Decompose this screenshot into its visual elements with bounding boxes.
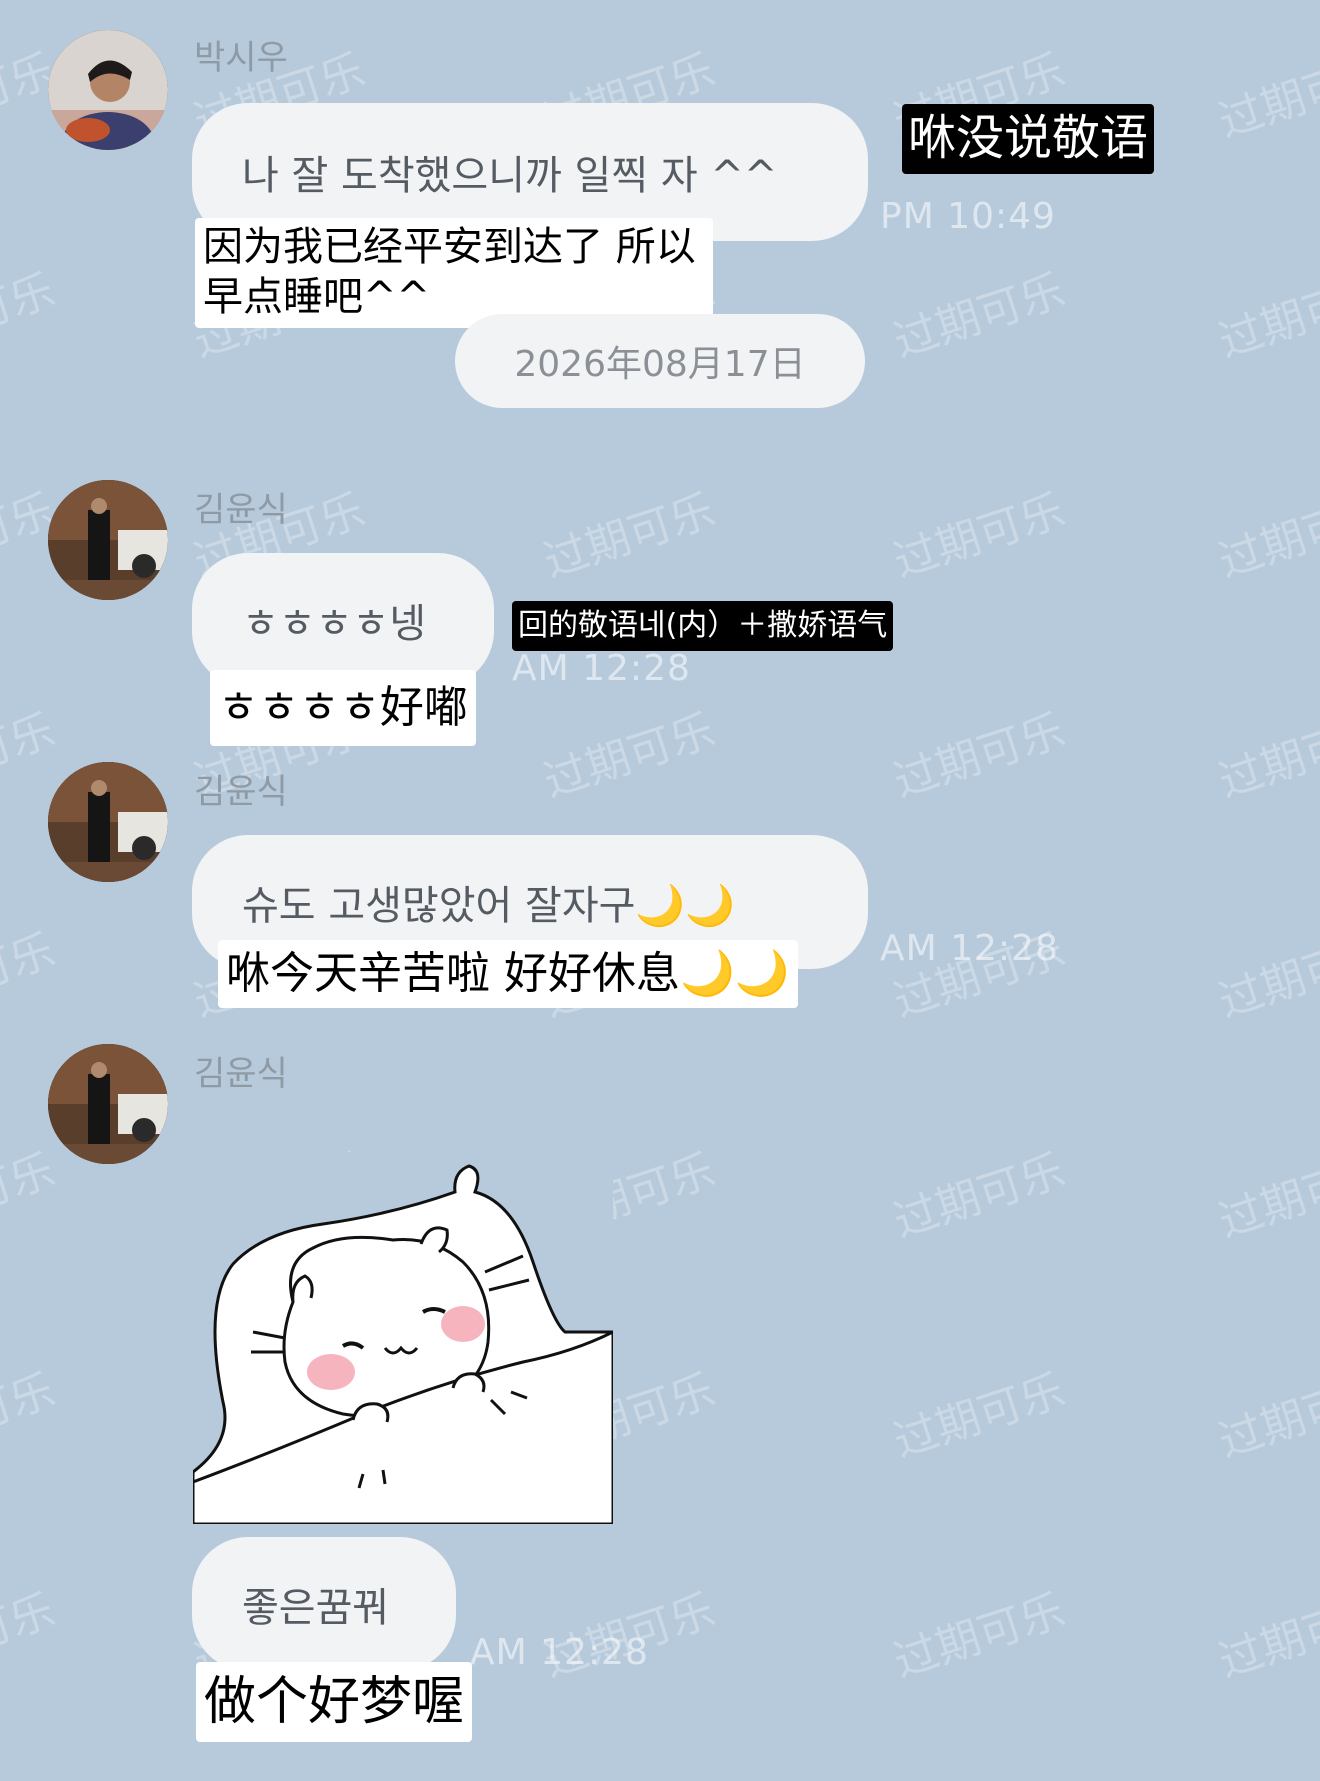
translation-caption: 做个好梦喔 [196,1662,473,1742]
watermark-text: 过期可乐 [0,1144,61,1248]
watermark-text: 过期可乐 [0,704,61,808]
watermark-text: 过期可乐 [1212,704,1320,808]
sender-name: 김윤식 [194,490,288,530]
sleeping-cat-sticker[interactable] [193,1152,613,1524]
watermark-text: 过期可乐 [887,1584,1071,1688]
sender-name: 김윤식 [194,1054,288,1094]
annotation-note: 咻没说敬语 [902,104,1155,174]
watermark-text: 过期可乐 [0,264,61,368]
watermark-text: 过期可乐 [887,704,1071,808]
annotation-note: 回的敬语네(内）＋撒娇语气 [512,601,894,651]
watermark-text: 过期可乐 [537,704,721,808]
translation-caption: ㅎㅎㅎㅎ好嘟 [210,670,476,746]
watermark-text: 过期可乐 [1212,1144,1320,1248]
date-separator: 2026年08月17日 [455,314,865,408]
translation-line: 因为我已经平安到达了 所以 [203,224,696,270]
translation-caption: 咻今天辛苦啦 好好休息🌙🌙 [218,940,798,1008]
watermark-text: 过期可乐 [537,484,721,588]
avatar[interactable] [48,762,168,882]
watermark-text: 过期可乐 [887,264,1071,368]
watermark-text: 过期可乐 [1212,264,1320,368]
watermark-text: 过期可乐 [0,1364,61,1468]
watermark-text: 过期可乐 [1212,484,1320,588]
watermark-text: 过期可乐 [0,924,61,1028]
message-bubble[interactable]: 좋은꿈꿔 [192,1537,456,1671]
sender-name: 박시우 [194,38,288,78]
watermark-text: 过期可乐 [887,484,1071,588]
avatar[interactable] [48,30,168,150]
watermark-text: 过期可乐 [1212,924,1320,1028]
message-time: AM 12:28 [512,648,691,689]
watermark-text: 过期可乐 [887,1364,1071,1468]
message-time: PM 10:49 [880,196,1056,237]
sender-name: 김윤식 [194,772,288,812]
watermark-text: 过期可乐 [1212,1584,1320,1688]
watermark-text: 过期可乐 [1212,1364,1320,1468]
message-time: AM 12:28 [880,928,1059,969]
message-bubble[interactable]: ㅎㅎㅎㅎ넹 [192,553,494,687]
watermark-text: 过期可乐 [1212,44,1320,148]
avatar[interactable] [48,480,168,600]
message-time: AM 12:28 [470,1632,649,1673]
watermark-text: 过期可乐 [887,1144,1071,1248]
avatar[interactable] [48,1044,168,1164]
watermark-text: 过期可乐 [0,1584,61,1688]
translation-caption: 因为我已经平安到达了 所以 早点睡吧^^ [195,218,713,328]
